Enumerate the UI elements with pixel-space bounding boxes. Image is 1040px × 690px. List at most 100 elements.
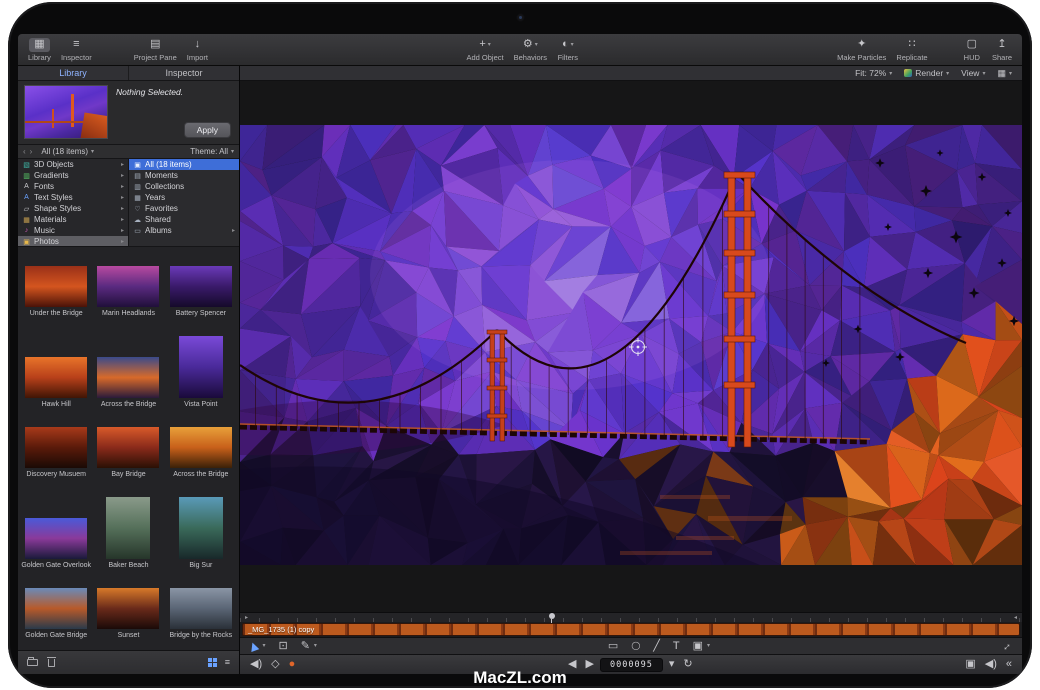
photo-item-under-the-bridge[interactable]: Under the Bridge [20, 266, 92, 318]
add-object-button[interactable]: +▾Add Object [467, 38, 504, 62]
collection-collections[interactable]: ▥Collections [129, 181, 239, 192]
import-button[interactable]: ↓Import [187, 38, 208, 62]
make-particles-button[interactable]: ✦Make Particles [837, 38, 886, 62]
rect-tool-tool[interactable]: ▭ [608, 641, 618, 652]
collection-all-18-items[interactable]: ▣All (18 items) [129, 159, 239, 170]
photo-thumbnail[interactable] [170, 266, 232, 307]
category-shape-styles[interactable]: ▱Shape Styles▸ [18, 203, 128, 214]
photo-thumbnail[interactable] [170, 588, 232, 629]
photo-item-baker-beach[interactable]: Baker Beach [92, 497, 164, 570]
photo-thumbnail[interactable] [97, 588, 159, 629]
photo-item-golden-gate-bridge[interactable]: Golden Gate Bridge [20, 588, 92, 640]
photo-item-bridge-by-the-rocks[interactable]: Bridge by the Rocks [165, 588, 237, 640]
replicate-button[interactable]: ∷Replicate [896, 38, 927, 62]
brush-tool[interactable]: ✎▾ [301, 641, 317, 652]
cursor-tool[interactable]: ▶▾ [250, 641, 265, 652]
line-tool-tool[interactable]: ╱ [653, 641, 660, 652]
category-3d-objects[interactable]: ▧3D Objects▸ [18, 159, 128, 170]
apply-button[interactable]: Apply [184, 122, 231, 138]
font-icon: A [22, 183, 31, 190]
collection-shared[interactable]: ☁Shared [129, 214, 239, 225]
collection-albums[interactable]: ▭Albums▸ [129, 225, 239, 236]
photo-item-across-the-bridge[interactable]: Across the Bridge [92, 357, 164, 409]
hud-button[interactable]: ▢HUD [962, 38, 982, 62]
preview-thumbnail[interactable] [24, 85, 108, 139]
photo-thumbnail[interactable] [25, 357, 87, 398]
render-control[interactable]: Render▾ [904, 68, 949, 78]
collection-favorites[interactable]: ♡Favorites [129, 203, 239, 214]
folder-icon[interactable] [27, 659, 38, 666]
category-fonts[interactable]: AFonts▸ [18, 181, 128, 192]
photo-thumbnail[interactable] [106, 497, 150, 559]
fit-control[interactable]: Fit: 72%▾ [855, 68, 892, 78]
photo-thumbnail[interactable] [25, 266, 87, 307]
photo-item-discovery-musuem[interactable]: Discovery Musuem [20, 427, 92, 479]
circle-tool-tool[interactable]: ◯ [631, 642, 640, 650]
photo-thumbnail[interactable] [97, 266, 159, 307]
inspector-button[interactable]: ≡Inspector [61, 38, 92, 62]
camera-icon: ▣ [133, 161, 142, 169]
timeline-ruler[interactable]: ▸ ◂ [240, 612, 1022, 622]
category-materials[interactable]: ▦Materials▸ [18, 214, 128, 225]
filters-button[interactable]: ◐▾Filters [557, 38, 579, 62]
tab-inspector[interactable]: Inspector [128, 66, 239, 80]
app-window: ▦Library≡Inspector ▤Project Pane↓Import … [18, 34, 1022, 674]
view-control[interactable]: View▾ [961, 68, 985, 78]
project-pane-button[interactable]: ▤Project Pane [134, 38, 177, 62]
expand-tool[interactable]: ↔ [1001, 641, 1012, 652]
photo-thumbnail[interactable] [25, 427, 87, 468]
behaviors-button[interactable]: ⚙▾Behaviors [514, 38, 547, 62]
photo-item-bay-bridge[interactable]: Bay Bridge [92, 427, 164, 479]
back-icon[interactable]: ‹ [23, 147, 26, 156]
photo-item-marin-headlands[interactable]: Marin Headlands [92, 266, 164, 318]
photo-thumbnail[interactable] [170, 427, 232, 468]
photo-item-sunset[interactable]: Sunset [92, 588, 164, 640]
photo-item-big-sur[interactable]: Big Sur [165, 497, 237, 570]
in-point-icon[interactable]: ▸ [245, 614, 248, 621]
layout-control[interactable]: ▦▾ [997, 69, 1012, 78]
photo-label: Marin Headlands [102, 310, 155, 318]
category-music[interactable]: ♪Music▸ [18, 225, 128, 236]
category-photos[interactable]: ▣Photos▸ [18, 236, 128, 246]
out-point-icon[interactable]: ◂ [1014, 614, 1017, 621]
category-gradients[interactable]: ▥Gradients▸ [18, 170, 128, 181]
location-dropdown[interactable]: All (18 items)▾ [41, 147, 94, 156]
canvas-viewport[interactable] [240, 81, 1022, 612]
grid-icon: ▦ [997, 69, 1006, 78]
photo-thumbnail[interactable] [97, 427, 159, 468]
shape-tool-tool[interactable]: ▣▾ [693, 641, 710, 652]
photo-thumbnail[interactable] [179, 497, 223, 559]
photo-label: Across the Bridge [101, 401, 156, 409]
theme-dropdown[interactable]: Theme: All▾ [190, 147, 234, 156]
list-view-icon[interactable]: ≡ [225, 658, 230, 667]
photo-item-golden-gate-overlook[interactable]: Golden Gate Overlook [20, 518, 92, 570]
toolbar-group-project: ▤Project Pane ↓Import [134, 38, 208, 62]
photo-item-vista-point[interactable]: Vista Point [165, 336, 237, 409]
library-button[interactable]: ▦Library [28, 38, 51, 62]
category-text-styles[interactable]: AText Styles▸ [18, 192, 128, 203]
photo-thumbnail[interactable] [25, 588, 87, 629]
transform-tool[interactable]: ⊡ [278, 641, 287, 652]
text-tool-tool[interactable]: T [673, 641, 680, 652]
caret-down-icon: ▾ [982, 70, 985, 77]
canvas-area: Fit: 72%▾ Render▾ View▾ ▦▾ ▸ ◂ _MG_1735 … [240, 66, 1022, 674]
canvas-artwork[interactable] [240, 125, 1022, 565]
brush-icon: ✎ [301, 641, 310, 652]
share-button[interactable]: ↥Share [992, 38, 1012, 62]
layer-bar[interactable]: _MG_1735 (1) copy [242, 623, 1020, 636]
playhead-icon[interactable] [549, 613, 555, 619]
forward-icon[interactable]: › [30, 147, 33, 156]
grid-view-icon[interactable] [208, 658, 217, 667]
photo-item-across-the-bridge[interactable]: Across the Bridge [165, 427, 237, 479]
photo-item-hawk-hill[interactable]: Hawk Hill [20, 357, 92, 409]
photo-thumbnail[interactable] [97, 357, 159, 398]
photo-thumbnail[interactable] [25, 518, 87, 559]
tab-library[interactable]: Library [18, 66, 128, 80]
photo-item-battery-spencer[interactable]: Battery Spencer [165, 266, 237, 318]
trash-icon[interactable] [48, 659, 55, 667]
text-style-icon: A [22, 194, 31, 201]
photo-thumbnail[interactable] [179, 336, 223, 398]
collection-moments[interactable]: ▤Moments [129, 170, 239, 181]
row-label: All (18 items) [145, 160, 235, 169]
collection-years[interactable]: ▦Years [129, 192, 239, 203]
